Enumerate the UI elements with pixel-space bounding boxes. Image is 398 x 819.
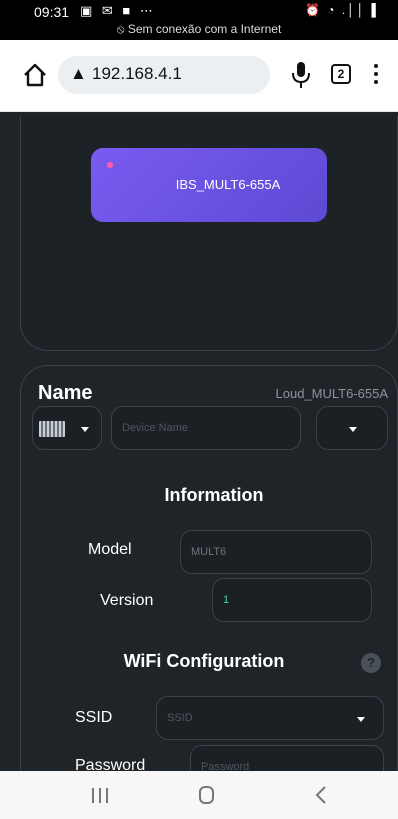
device-card-name: IBS_MULT6-655A <box>175 177 281 192</box>
page-content: IBS_MULT6-655A Name Loud_MULT6-655A Devi… <box>0 112 398 771</box>
device-name-dropdown[interactable] <box>316 406 388 450</box>
ssid-select[interactable]: SSID <box>156 696 384 740</box>
tab-switcher-button[interactable]: 2 <box>331 64 351 84</box>
chevron-down-icon <box>357 717 365 722</box>
version-label: Version <box>100 592 154 609</box>
device-status-dot <box>107 162 113 168</box>
status-time: 09:31 <box>34 4 70 20</box>
device-icon-select[interactable] <box>32 406 102 450</box>
url-text[interactable]: 192.168.4.1 <box>92 64 182 84</box>
version-field: 1 <box>212 578 372 622</box>
device-name-input[interactable]: Device Name <box>111 406 301 450</box>
ssid-label: SSID <box>75 709 113 726</box>
help-icon[interactable]: ? <box>361 653 381 673</box>
browser-menu-icon[interactable] <box>373 62 379 86</box>
recent-apps-icon[interactable] <box>92 788 110 803</box>
address-bar[interactable]: ▲ 192.168.4.1 <box>58 56 270 94</box>
film-icon <box>39 421 65 437</box>
model-field: MULT6 <box>180 530 372 574</box>
current-device-name: Loud_MULT6-655A <box>275 386 389 401</box>
model-label: Model <box>88 541 132 558</box>
status-bar: 09:31 ▣ ✉ ■ ⋯ ⏰ ◔ .││ ▌ ⦸ Sem conexão co… <box>0 0 398 40</box>
chevron-down-icon <box>81 427 89 432</box>
home-icon[interactable] <box>22 62 48 88</box>
ssid-placeholder: SSID <box>167 712 193 724</box>
home-button-icon[interactable] <box>199 786 214 804</box>
name-section-title: Name <box>38 382 93 404</box>
device-card[interactable]: IBS_MULT6-655A <box>91 148 327 222</box>
system-status-icons: ⏰ ◔ .││ ▌ <box>304 3 382 17</box>
chevron-down-icon <box>349 427 357 432</box>
back-icon[interactable] <box>314 785 328 805</box>
microphone-icon[interactable] <box>290 61 312 89</box>
version-value: 1 <box>223 594 230 606</box>
network-status-message: ⦸ Sem conexão com a Internet <box>116 22 282 36</box>
model-value: MULT6 <box>191 546 227 558</box>
password-placeholder: Password <box>201 761 250 771</box>
password-label: Password <box>75 757 146 771</box>
device-name-placeholder: Device Name <box>122 422 189 434</box>
password-input[interactable]: Password <box>190 745 384 771</box>
browser-toolbar: ▲ 192.168.4.1 2 <box>0 40 398 112</box>
device-panel: IBS_MULT6-655A <box>20 116 398 351</box>
notification-icons: ▣ ✉ ■ ⋯ <box>80 3 156 18</box>
system-navigation-bar <box>0 771 398 819</box>
not-secure-warning-icon[interactable]: ▲ <box>70 64 87 84</box>
information-title: Information <box>164 485 264 505</box>
wifi-configuration-title: WiFi Configuration <box>123 651 285 671</box>
